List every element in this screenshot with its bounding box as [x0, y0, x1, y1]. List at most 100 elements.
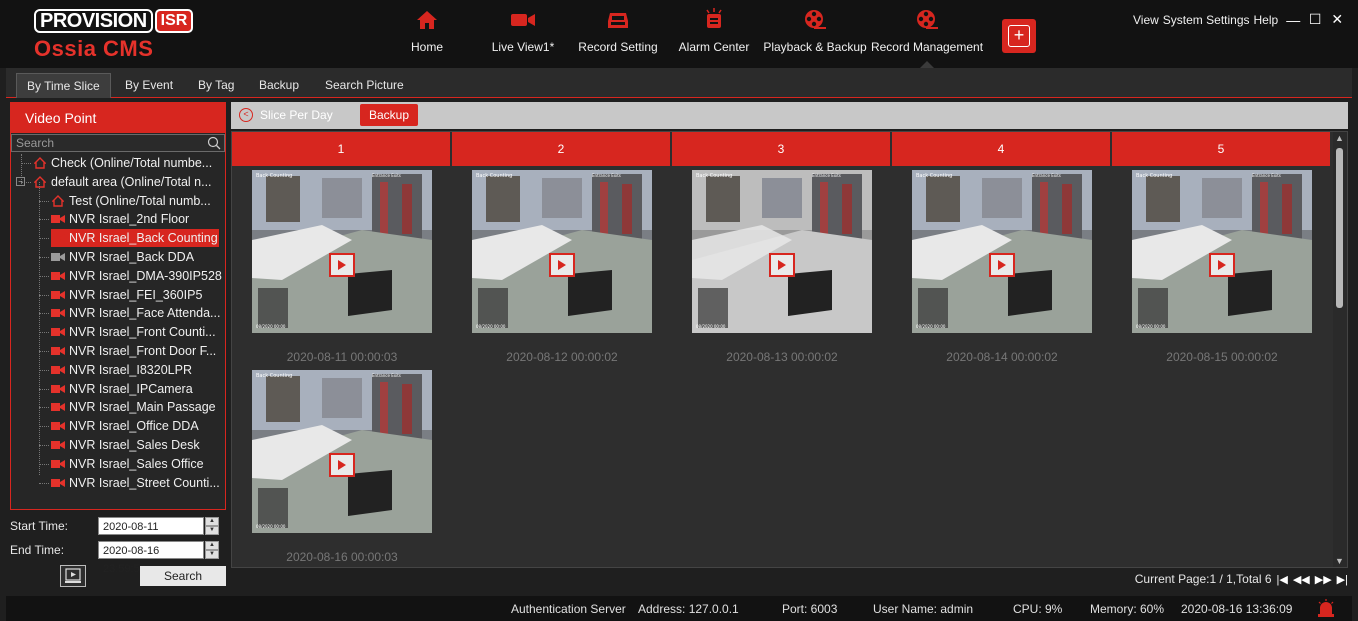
tree-node[interactable]: NVR Israel_Sales Desk — [51, 436, 200, 454]
collapse-icon[interactable]: − — [16, 176, 25, 186]
tree-node[interactable]: NVR Israel_DMA-390IP528 — [51, 267, 222, 285]
tree-node[interactable]: NVR Israel_IPCamera — [51, 380, 193, 398]
nav-record-management[interactable]: Record Management — [870, 6, 984, 68]
tree-node[interactable]: default area (Online/Total n... — [33, 173, 212, 191]
play-icon[interactable] — [769, 253, 795, 277]
backup-button[interactable]: Backup — [360, 104, 419, 126]
vertical-scrollbar[interactable]: ▲ ▼ — [1333, 132, 1347, 567]
video-thumbnail[interactable]: Back Counting Entrance Exits 08/2020 00:00… — [692, 170, 872, 364]
pager: Current Page:1 / 1,Total 6 |◀ ◀◀ ▶▶ ▶| — [1135, 572, 1348, 586]
tree-node[interactable]: NVR Israel_2nd Floor — [51, 210, 189, 228]
tree-node[interactable]: NVR Israel_Back DDA — [51, 248, 194, 266]
nav-playback-backup[interactable]: Playback & Backup — [763, 6, 867, 62]
svg-text:Back Counting: Back Counting — [696, 173, 732, 179]
video-thumbnail[interactable]: Back Counting Entrance Exits 08/2020 00:00… — [1132, 170, 1312, 364]
tab-search-picture[interactable]: Search Picture — [315, 73, 414, 98]
start-time-input[interactable]: 2020-08-11 00:00:00 — [98, 517, 204, 551]
scroll-down-icon[interactable]: ▼ — [1335, 556, 1344, 566]
tab-bar: By Time Slice By Event By Tag Backup Sea… — [6, 68, 1352, 98]
prev-page-icon[interactable]: ◀◀ — [1293, 573, 1310, 586]
video-thumbnail[interactable]: Back Counting Entrance Exits 08/2020 00:00… — [252, 170, 432, 364]
tree-node[interactable]: Test (Online/Total numb... — [51, 192, 211, 210]
video-point-title: Video Point — [11, 103, 225, 133]
start-time-row: Start Time: 2020-08-11 00:00:00 ▲▼ — [10, 516, 228, 551]
search-icon[interactable] — [207, 136, 221, 153]
play-icon[interactable] — [329, 253, 355, 277]
tab-by-tag[interactable]: By Tag — [188, 73, 244, 98]
column-header: 1 — [232, 132, 452, 166]
alarm-light-icon[interactable] — [1316, 598, 1336, 621]
tree-node[interactable]: NVR Israel_Front Door F... — [51, 342, 216, 360]
start-time-spinner[interactable]: ▲ ▼ — [205, 517, 219, 535]
thumbnail-timestamp: 2020-08-11 00:00:03 — [286, 350, 398, 364]
svg-text:08/2020 00:00: 08/2020 00:00 — [256, 524, 286, 529]
scroll-up-icon[interactable]: ▲ — [1335, 133, 1344, 143]
nav-record-setting-label: Record Setting — [578, 40, 658, 54]
close-button[interactable]: ✕ — [1326, 11, 1348, 28]
maximize-button[interactable]: ☐ — [1304, 11, 1326, 28]
menu-system-settings[interactable]: System Settings — [1163, 13, 1250, 27]
tree-connector — [39, 388, 49, 390]
nav-alarm-center[interactable]: Alarm Center — [678, 6, 750, 62]
column-header: 4 — [892, 132, 1112, 166]
tab-by-time-slice[interactable]: By Time Slice — [16, 73, 111, 98]
thumbnail-timestamp: 2020-08-12 00:00:02 — [506, 350, 618, 364]
record-search-button[interactable] — [60, 565, 86, 587]
last-page-icon[interactable]: ▶| — [1337, 573, 1348, 586]
video-thumbnail[interactable]: Back Counting Entrance Exits 08/2020 00:00… — [912, 170, 1092, 364]
slice-toolbar: < Slice Per Day Backup — [231, 102, 1348, 129]
tree-node-label: NVR Israel_Main Passage — [69, 400, 216, 415]
status-bar: Authentication Server Address: 127.0.0.1… — [6, 596, 1352, 621]
tree-node[interactable]: NVR Israel_Main Passage — [51, 398, 216, 416]
tree-node[interactable]: NVR Israel_Back Counting — [51, 229, 219, 248]
end-time-spinner[interactable]: ▲ ▼ — [205, 541, 219, 559]
nav-live-view[interactable]: Live View1* — [490, 6, 556, 62]
play-icon[interactable] — [989, 253, 1015, 277]
tree-node[interactable]: NVR Israel_I8320LPR — [51, 361, 192, 379]
logo-isr: ISR — [154, 9, 194, 33]
tree-connector — [39, 200, 49, 202]
tree-node[interactable]: NVR Israel_FEI_360IP5 — [51, 286, 202, 304]
nav-record-setting[interactable]: Record Setting — [576, 6, 660, 62]
tree-connector — [39, 219, 49, 221]
thumbnail-frame: Back Counting Entrance Exits 08/2020 00:00 — [912, 170, 1092, 333]
end-time-input[interactable]: 2020-08-16 23:59:59 — [98, 541, 204, 575]
add-page-button[interactable]: + — [1002, 19, 1036, 53]
tree-node[interactable]: NVR Israel_Sales Office — [51, 455, 204, 473]
back-circle-icon[interactable]: < — [239, 108, 253, 122]
camera-icon — [51, 383, 65, 395]
tree-node-label: NVR Israel_2nd Floor — [69, 212, 190, 227]
tree-connector — [39, 482, 49, 484]
svg-text:Entrance Exits: Entrance Exits — [372, 373, 401, 378]
svg-text:Entrance Exits: Entrance Exits — [1252, 173, 1281, 178]
alarm-icon — [703, 6, 725, 34]
scrollbar-thumb[interactable] — [1336, 148, 1343, 308]
status-user: User Name: admin — [873, 602, 974, 616]
search-button[interactable]: Search — [140, 566, 226, 586]
tree-node[interactable]: NVR Israel_Street Counti... — [51, 474, 220, 492]
menu-help[interactable]: Help — [1254, 13, 1279, 27]
minimize-button[interactable]: — — [1282, 12, 1304, 28]
tree-node[interactable]: NVR Israel_Office DDA — [51, 417, 199, 435]
play-icon[interactable] — [329, 453, 355, 477]
area-home-icon — [51, 194, 65, 207]
tree-connector — [39, 369, 49, 371]
next-page-icon[interactable]: ▶▶ — [1315, 573, 1332, 586]
play-icon[interactable] — [1209, 253, 1235, 277]
tree-node[interactable]: NVR Israel_Face Attenda... — [51, 304, 220, 322]
slice-per-day-label: Slice Per Day — [260, 108, 333, 122]
tree-node[interactable]: NVR Israel_Front Counti... — [51, 323, 216, 341]
tree-node[interactable]: Check (Online/Total numbe... — [33, 154, 212, 172]
video-thumbnail[interactable]: Back Counting Entrance Exits 08/2020 00:00… — [472, 170, 652, 364]
menu-view[interactable]: View — [1133, 13, 1159, 27]
tab-backup[interactable]: Backup — [249, 73, 309, 98]
tab-by-event[interactable]: By Event — [115, 73, 183, 98]
nav-home[interactable]: Home — [406, 6, 448, 62]
thumbnail-timestamp: 2020-08-14 00:00:02 — [946, 350, 1058, 364]
first-page-icon[interactable]: |◀ — [1277, 573, 1288, 586]
plus-icon: + — [1008, 25, 1030, 47]
play-icon[interactable] — [549, 253, 575, 277]
video-thumbnail[interactable]: Back Counting Entrance Exits 08/2020 00:00… — [252, 370, 432, 564]
tree-search-input[interactable] — [12, 135, 224, 151]
tree-connector — [39, 407, 49, 409]
